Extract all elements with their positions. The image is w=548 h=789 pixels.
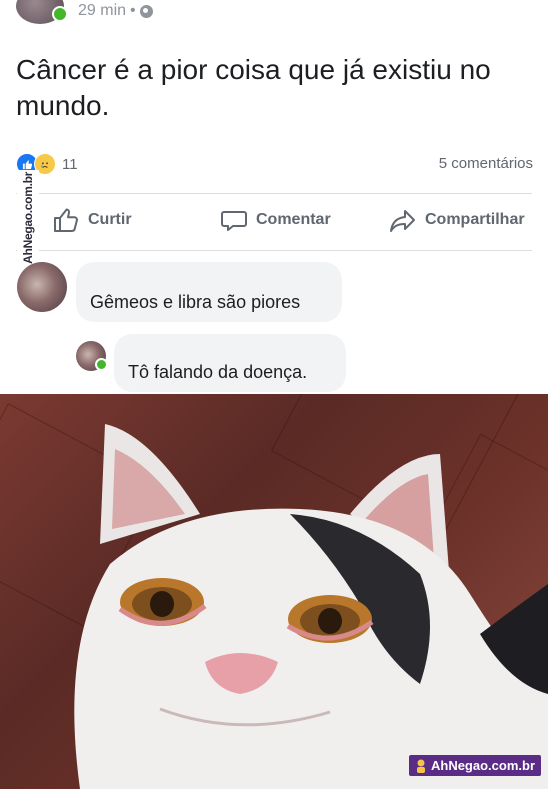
post-timestamp[interactable]: 29 min: [78, 2, 126, 20]
online-status-dot: [95, 358, 108, 371]
post-actions-bar: Curtir Comentar Compartilhar: [0, 194, 548, 250]
comments-count-link[interactable]: 5 comentários: [439, 155, 533, 172]
comment-label: Comentar: [256, 211, 331, 228]
reactions-count: 11: [62, 155, 78, 173]
brand-logo-icon: [416, 759, 425, 773]
facebook-post: 29 min • Câncer é a pior coisa que já ex…: [0, 0, 548, 394]
globe-icon: [139, 4, 153, 18]
share-arrow-icon: [390, 210, 415, 232]
online-status-dot: [52, 6, 68, 22]
like-button[interactable]: Curtir: [52, 206, 132, 234]
brand-watermark-text: AhNegao.com.br: [430, 758, 535, 773]
like-label: Curtir: [88, 211, 132, 228]
share-label: Compartilhar: [425, 211, 525, 228]
comment-button[interactable]: Comentar: [220, 206, 331, 234]
commenter-avatar[interactable]: [17, 262, 67, 312]
side-watermark-text: AhNegao.com.br: [21, 172, 35, 264]
reply-text: Tô falando da doença.: [128, 362, 308, 382]
divider: [16, 250, 532, 251]
meta-separator: •: [130, 2, 136, 19]
meme-image-crying-cat: AhNegao.com.br: [0, 394, 548, 789]
side-watermark: AhNegao.com.br: [17, 170, 39, 266]
share-button[interactable]: Compartilhar: [389, 206, 525, 234]
comment-bubble-icon: [221, 211, 247, 231]
comment-text: Gêmeos e libra são piores: [90, 292, 301, 312]
cat-illustration: [74, 424, 548, 789]
post-meta: 29 min •: [78, 2, 153, 20]
brand-watermark: AhNegao.com.br: [408, 755, 541, 776]
comment-bubble: Gêmeos e libra são piores: [76, 262, 342, 322]
post-text: Câncer é a pior coisa que já existiu no …: [16, 54, 491, 121]
reply-bubble: Tô falando da doença.: [114, 334, 346, 392]
thumbs-up-icon: [54, 208, 78, 232]
